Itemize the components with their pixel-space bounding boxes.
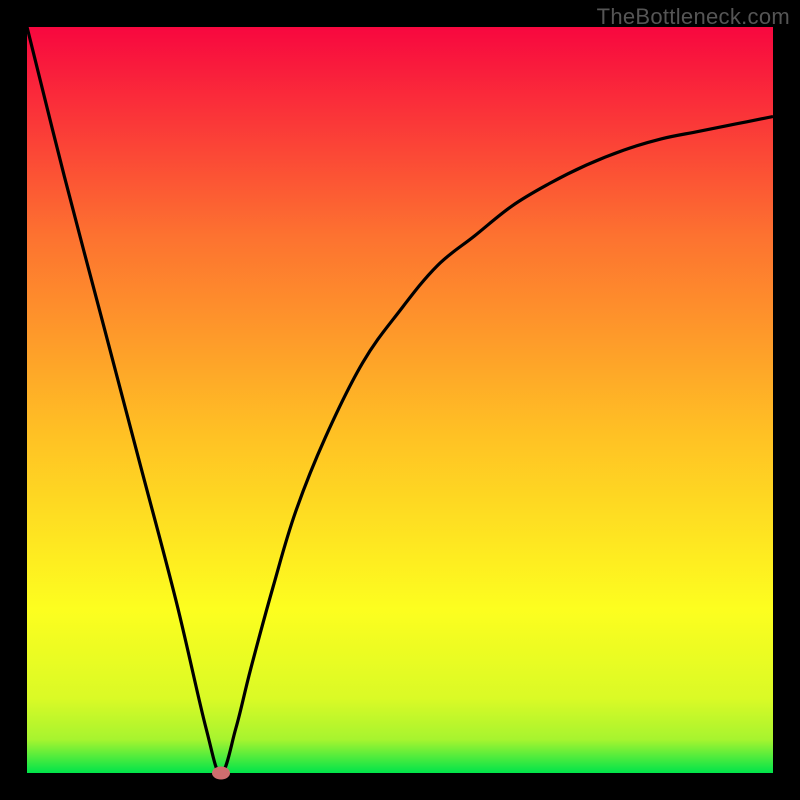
bottleneck-curve bbox=[27, 27, 773, 773]
minimum-marker bbox=[212, 767, 230, 780]
chart-frame bbox=[27, 27, 773, 773]
watermark-text: TheBottleneck.com bbox=[597, 4, 790, 30]
